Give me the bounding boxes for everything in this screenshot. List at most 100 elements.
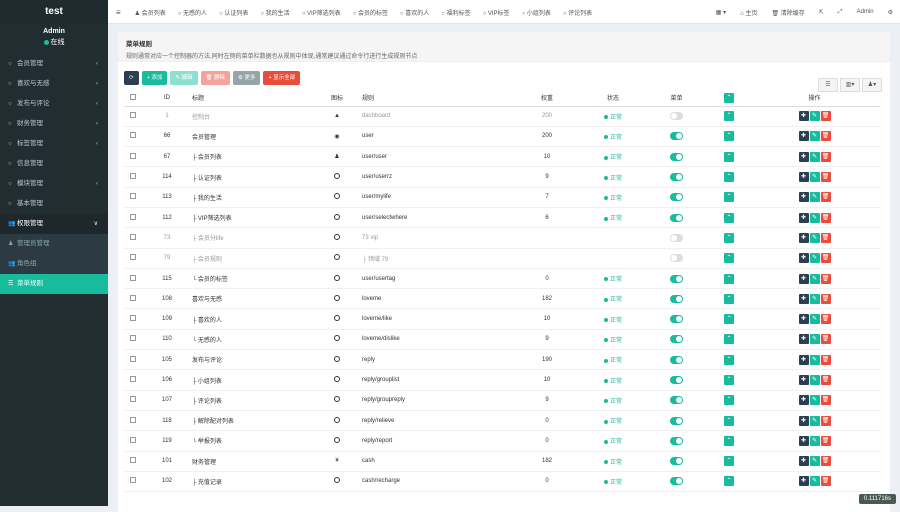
menu-toggle[interactable]	[670, 335, 683, 343]
table-row[interactable]: 114├ 认证列表user/userrz9正常⌃✚✎🗑	[124, 167, 880, 187]
add-child-button[interactable]: ✚	[799, 355, 809, 365]
clear-cache-link[interactable]: 🗑 清除缓存	[764, 8, 811, 17]
cell-menu[interactable]	[644, 289, 709, 309]
table-row[interactable]: 66会员管理◉user200正常⌃✚✎🗑	[124, 126, 880, 146]
add-child-button[interactable]: ✚	[799, 416, 809, 426]
admin-user-menu[interactable]: Admin	[850, 9, 881, 15]
cell-expand[interactable]: ⌃	[709, 268, 749, 288]
menu-toggle[interactable]	[670, 234, 683, 242]
top-tab[interactable]: ○ 我的生活	[254, 8, 295, 17]
top-tab[interactable]: ♟ 会员列表	[129, 8, 172, 17]
col-weight[interactable]: 权重	[512, 90, 582, 106]
menu-toggle[interactable]	[670, 173, 683, 181]
edit-button[interactable]: ✎ 编辑	[170, 71, 197, 85]
expand-icon[interactable]: ⌃	[724, 456, 734, 466]
table-row[interactable]: 107├ 评论列表reply/groupreply9正常⌃✚✎🗑	[124, 390, 880, 410]
row-checkbox[interactable]	[124, 451, 142, 471]
col-rule[interactable]: 规则	[362, 90, 512, 106]
cell-menu[interactable]	[644, 350, 709, 370]
delete-row-button[interactable]: 🗑	[821, 192, 831, 202]
menu-toggle[interactable]	[670, 315, 683, 323]
refresh-button[interactable]: ⟳	[124, 71, 139, 85]
cell-menu[interactable]	[644, 248, 709, 268]
row-checkbox[interactable]	[124, 167, 142, 187]
sidebar-item[interactable]: ○模块管理‹	[0, 174, 108, 194]
cell-expand[interactable]: ⌃	[709, 228, 749, 248]
row-checkbox[interactable]	[124, 268, 142, 288]
expand-icon[interactable]: ⌃	[724, 294, 734, 304]
cell-expand[interactable]: ⌃	[709, 471, 749, 491]
app-logo[interactable]: test	[0, 0, 108, 24]
toggle-all-button[interactable]: + 显示全部	[263, 71, 300, 85]
table-row[interactable]: 118├ 解除配对列表reply/relieve0正常⌃✚✎🗑	[124, 410, 880, 430]
delete-row-button[interactable]: 🗑	[821, 233, 831, 243]
table-row[interactable]: 109├ 喜欢的人loveme/like10正常⌃✚✎🗑	[124, 309, 880, 329]
fullscreen-icon[interactable]: ⇱	[812, 9, 831, 16]
add-child-button[interactable]: ✚	[799, 314, 809, 324]
sidebar-subitem[interactable]: ☰菜单规则	[0, 274, 108, 294]
cell-expand[interactable]: ⌃	[709, 106, 749, 126]
add-button[interactable]: + 添加	[142, 71, 168, 85]
cell-expand[interactable]: ⌃	[709, 410, 749, 430]
add-child-button[interactable]: ✚	[799, 456, 809, 466]
delete-row-button[interactable]: 🗑	[821, 314, 831, 324]
col-expand[interactable]: ⌃	[709, 90, 749, 106]
delete-row-button[interactable]: 🗑	[821, 152, 831, 162]
expand-icon[interactable]: ⌃	[724, 436, 734, 446]
edit-row-button[interactable]: ✎	[810, 274, 820, 284]
add-child-button[interactable]: ✚	[799, 294, 809, 304]
sidebar-subitem[interactable]: ♟管理员管理	[0, 234, 108, 254]
sidebar-item[interactable]: ○发布与评论‹	[0, 94, 108, 114]
cell-menu[interactable]	[644, 410, 709, 430]
cell-expand[interactable]: ⌃	[709, 350, 749, 370]
cell-menu[interactable]	[644, 187, 709, 207]
add-child-button[interactable]: ✚	[799, 111, 809, 121]
grid-dropdown-icon[interactable]: ▦ ▾	[709, 9, 733, 16]
delete-row-button[interactable]: 🗑	[821, 131, 831, 141]
table-row[interactable]: 110└ 无感的人loveme/dislike9正常⌃✚✎🗑	[124, 329, 880, 349]
menu-toggle[interactable]	[670, 396, 683, 404]
menu-toggle[interactable]	[670, 376, 683, 384]
edit-row-button[interactable]: ✎	[810, 334, 820, 344]
col-id[interactable]: ID	[142, 90, 192, 106]
add-child-button[interactable]: ✚	[799, 375, 809, 385]
delete-row-button[interactable]: 🗑	[821, 375, 831, 385]
delete-button[interactable]: 🗑 删除	[201, 71, 231, 85]
delete-row-button[interactable]: 🗑	[821, 476, 831, 486]
table-row[interactable]: 67├ 会员列表♟user/user10正常⌃✚✎🗑	[124, 147, 880, 167]
cell-expand[interactable]: ⌃	[709, 329, 749, 349]
row-checkbox[interactable]	[124, 248, 142, 268]
delete-row-button[interactable]: 🗑	[821, 172, 831, 182]
expand-icon[interactable]: ⌃	[724, 192, 734, 202]
sidebar-item[interactable]: ○基本管理	[0, 194, 108, 214]
menu-toggle[interactable]	[670, 356, 683, 364]
col-icon[interactable]: 图标	[312, 90, 362, 106]
table-row[interactable]: 105发布与评论reply190正常⌃✚✎🗑	[124, 350, 880, 370]
cell-menu[interactable]	[644, 106, 709, 126]
add-child-button[interactable]: ✚	[799, 476, 809, 486]
row-checkbox[interactable]	[124, 147, 142, 167]
export-icon[interactable]: ♟▾	[862, 78, 882, 92]
expand-icon[interactable]: ⌃	[724, 111, 734, 121]
delete-row-button[interactable]: 🗑	[821, 111, 831, 121]
table-row[interactable]: 119└ 举报列表reply/report0正常⌃✚✎🗑	[124, 431, 880, 451]
delete-row-button[interactable]: 🗑	[821, 416, 831, 426]
edit-row-button[interactable]: ✎	[810, 436, 820, 446]
menu-toggle[interactable]	[670, 437, 683, 445]
edit-row-button[interactable]: ✎	[810, 416, 820, 426]
delete-row-button[interactable]: 🗑	[821, 355, 831, 365]
cell-menu[interactable]	[644, 471, 709, 491]
expand-icon[interactable]: ⤢	[831, 9, 850, 16]
table-row[interactable]: 112├ VIP筛选列表user/selectwhere6正常⌃✚✎🗑	[124, 207, 880, 227]
cell-expand[interactable]: ⌃	[709, 370, 749, 390]
menu-toggle[interactable]	[670, 153, 683, 161]
edit-row-button[interactable]: ✎	[810, 294, 820, 304]
row-checkbox[interactable]	[124, 471, 142, 491]
table-row[interactable]: 101财务管理¥cash182正常⌃✚✎🗑	[124, 451, 880, 471]
cell-menu[interactable]	[644, 126, 709, 146]
add-child-button[interactable]: ✚	[799, 253, 809, 263]
delete-row-button[interactable]: 🗑	[821, 395, 831, 405]
cell-expand[interactable]: ⌃	[709, 289, 749, 309]
cell-expand[interactable]: ⌃	[709, 309, 749, 329]
expand-icon[interactable]: ⌃	[724, 314, 734, 324]
